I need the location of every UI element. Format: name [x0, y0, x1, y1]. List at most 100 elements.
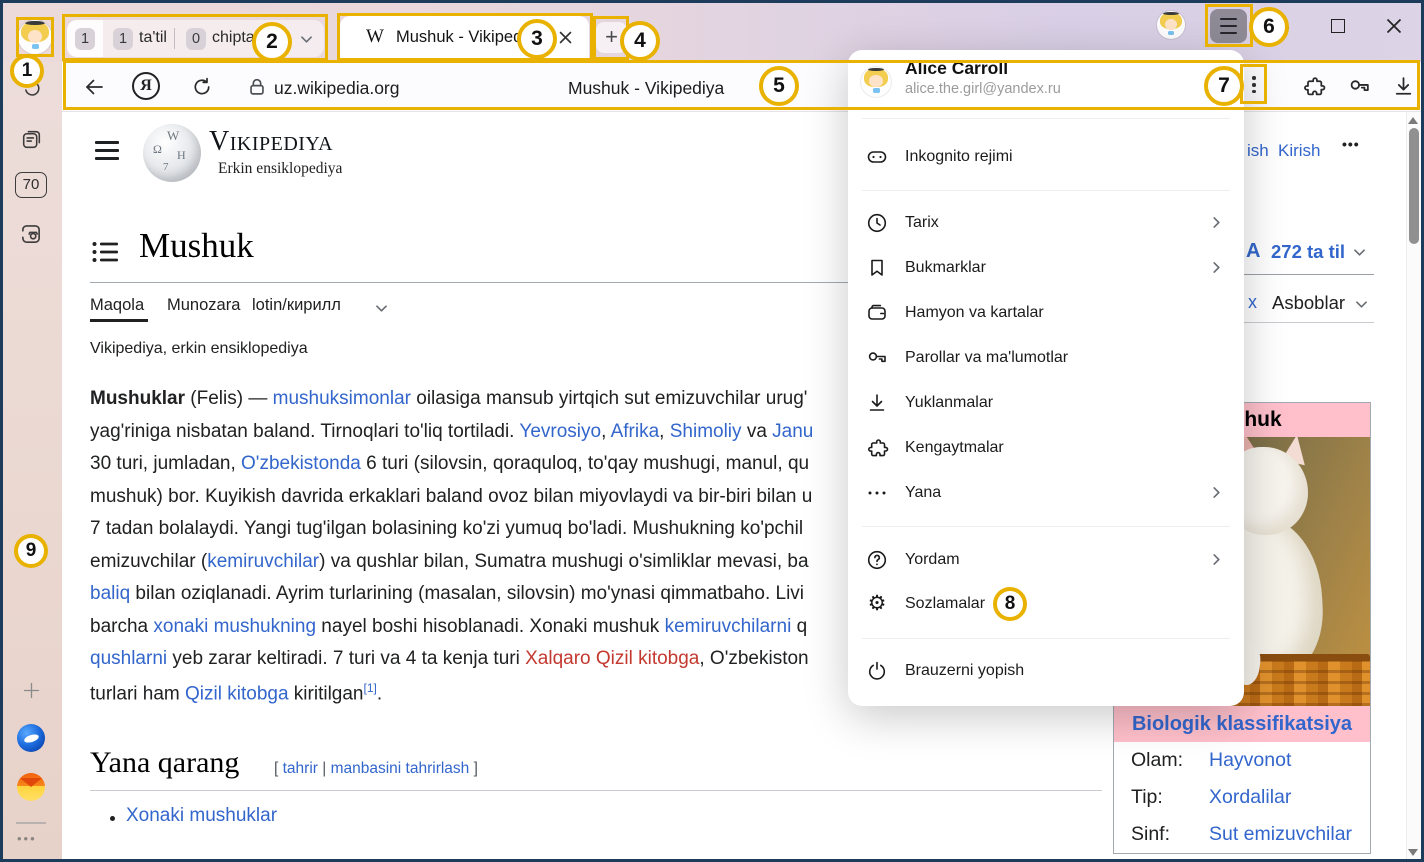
yandex-search-icon[interactable]: Я	[132, 72, 160, 100]
kebab-menu-icon[interactable]	[1247, 73, 1261, 97]
infobox-value-link[interactable]: Xordalilar	[1209, 779, 1291, 816]
screenshot-camera-icon[interactable]	[18, 221, 44, 247]
menu-item-settings[interactable]: ⚙ Sozlamalar	[848, 582, 1244, 626]
wallet-icon	[865, 301, 889, 325]
infobox-value-link[interactable]: Sut emizuvchilar	[1209, 816, 1352, 853]
see-also-divider	[90, 790, 1102, 791]
menu-item-incognito[interactable]: Inkognito rejimi	[848, 135, 1244, 179]
tools-button[interactable]: Asboblar	[1272, 292, 1345, 314]
tab-variant[interactable]: lotin/кирилл	[252, 296, 341, 315]
menu-item-wallet[interactable]: Hamyon va kartalar	[848, 291, 1244, 335]
chipta-tab-count[interactable]: 0	[186, 28, 206, 50]
puzzle-icon	[865, 436, 889, 460]
url-text[interactable]: uz.wikipedia.org	[274, 76, 399, 100]
infobox-row: Tip: Xordalilar	[1114, 779, 1370, 816]
infobox-section-link: Biologik klassifikatsiya	[1114, 706, 1370, 742]
menu-item-passwords[interactable]: Parollar va ma'lumotlar	[848, 336, 1244, 380]
wikipedia-globe-logo[interactable]: WΩH7	[143, 124, 201, 182]
history-clock-icon	[865, 211, 889, 235]
help-icon	[865, 548, 889, 572]
scrollbar-up-arrow[interactable]	[1408, 117, 1418, 124]
menu-divider	[862, 118, 1230, 119]
chevron-right-icon	[1211, 554, 1222, 565]
menu-item-bookmarks[interactable]: Bukmarklar	[848, 246, 1244, 290]
signup-link-fragment[interactable]: ish	[1247, 141, 1269, 161]
infobox-value-link[interactable]: Hayvonot	[1209, 742, 1291, 779]
wiki-menu-icon[interactable]	[95, 141, 119, 163]
tab-group-chevron-down-icon[interactable]	[301, 34, 312, 45]
sync-icon[interactable]	[19, 76, 44, 101]
wikipedia-favicon: W	[366, 26, 384, 48]
infobox-row: Olam: Hayvonot	[1114, 742, 1370, 779]
chipta-tab-label[interactable]: chipta	[212, 27, 255, 49]
menu-item-close-browser[interactable]: Brauzerni yopish	[848, 649, 1244, 693]
ellipsis-icon	[865, 481, 889, 505]
browser-menu-button[interactable]	[1210, 9, 1247, 43]
menu-item-more[interactable]: Yana	[848, 471, 1244, 515]
wiki-header-more-icon[interactable]: •••	[1342, 136, 1360, 152]
tab-talk[interactable]: Munozara	[167, 296, 240, 315]
extensions-icon[interactable]	[1301, 74, 1326, 99]
menu-divider	[862, 190, 1230, 191]
tab-article-underline	[90, 319, 148, 322]
scrollbar-down-arrow[interactable]	[1408, 849, 1418, 856]
scrollbar-thumb[interactable]	[1409, 128, 1419, 244]
menu-item-downloads[interactable]: Yuklanmalar	[848, 381, 1244, 425]
back-icon[interactable]	[82, 75, 106, 99]
incognito-icon	[865, 145, 889, 169]
sidebar-divider	[16, 822, 46, 824]
alice-assistant-icon[interactable]	[17, 724, 45, 752]
sidebar-more-icon[interactable]: •••	[17, 831, 37, 846]
login-link[interactable]: Kirish	[1278, 141, 1321, 161]
speed-score-badge[interactable]: 70	[15, 172, 47, 198]
language-chevron-down-icon[interactable]	[1354, 247, 1365, 258]
new-tab-button[interactable]: +	[596, 22, 627, 53]
addressbar-page-title: Mushuk - Vikipediya	[568, 76, 724, 100]
edit-links[interactable]: [ tahrir | manbasini tahrirlash ]	[274, 760, 478, 778]
chevron-right-icon	[1211, 487, 1222, 498]
maximize-button[interactable]	[1331, 19, 1345, 33]
yandex-mail-icon[interactable]	[17, 773, 45, 801]
bookmark-icon	[865, 256, 889, 280]
article-title: Mushuk	[139, 226, 254, 266]
reload-icon[interactable]	[190, 75, 214, 99]
language-count-button[interactable]: 272 ta til	[1271, 241, 1345, 263]
minimize-button[interactable]	[1275, 27, 1289, 29]
chevron-right-icon	[1211, 217, 1222, 228]
menu-item-history[interactable]: Tarix	[848, 201, 1244, 245]
notes-icon[interactable]	[19, 127, 44, 152]
menu-item-extensions[interactable]: Kengaytmalar	[848, 426, 1244, 470]
active-tab-title: Mushuk - Vikipediya	[396, 28, 543, 47]
hamburger-icon	[1220, 18, 1237, 20]
language-icon-fragment[interactable]: A	[1246, 240, 1260, 263]
downloads-icon[interactable]	[1391, 74, 1416, 99]
profile-avatar[interactable]	[18, 20, 52, 54]
tatil-tab-label[interactable]: ta'til	[139, 27, 167, 49]
pinned-tab-count[interactable]: 1	[75, 28, 95, 50]
key-icon	[865, 346, 889, 370]
download-icon	[865, 391, 889, 415]
menu-divider	[862, 526, 1230, 527]
wiki-wordmark-subtitle: Erkin ensiklopediya	[218, 160, 342, 178]
sidebar-add-icon[interactable]	[21, 680, 42, 701]
tab-article[interactable]: Maqola	[90, 296, 144, 315]
wiki-wordmark[interactable]: Vikipediya	[209, 126, 333, 158]
titlebar-avatar[interactable]	[1157, 11, 1185, 39]
list-bullet	[110, 816, 115, 821]
power-icon	[865, 659, 889, 683]
toc-icon[interactable]	[92, 241, 119, 263]
tools-chevron-down-icon[interactable]	[1356, 299, 1367, 310]
tatil-tab-count[interactable]: 1	[113, 28, 133, 50]
menu-item-help[interactable]: Yordam	[848, 538, 1244, 582]
tools-link-fragment[interactable]: x	[1248, 292, 1257, 313]
passwords-key-icon[interactable]	[1347, 74, 1372, 99]
browser-menu-popup: Alice Carroll alice.the.girl@yandex.ru I…	[848, 50, 1244, 706]
close-window-button[interactable]	[1386, 18, 1402, 34]
variant-chevron-down-icon[interactable]	[376, 303, 387, 314]
menu-avatar	[861, 67, 891, 97]
tab-close-icon[interactable]	[558, 30, 573, 45]
see-also-link[interactable]: Xonaki mushuklar	[126, 805, 277, 827]
account-email: alice.the.girl@yandex.ru	[905, 81, 1061, 97]
gear-icon: ⚙	[865, 592, 889, 616]
lock-icon[interactable]	[246, 76, 268, 98]
